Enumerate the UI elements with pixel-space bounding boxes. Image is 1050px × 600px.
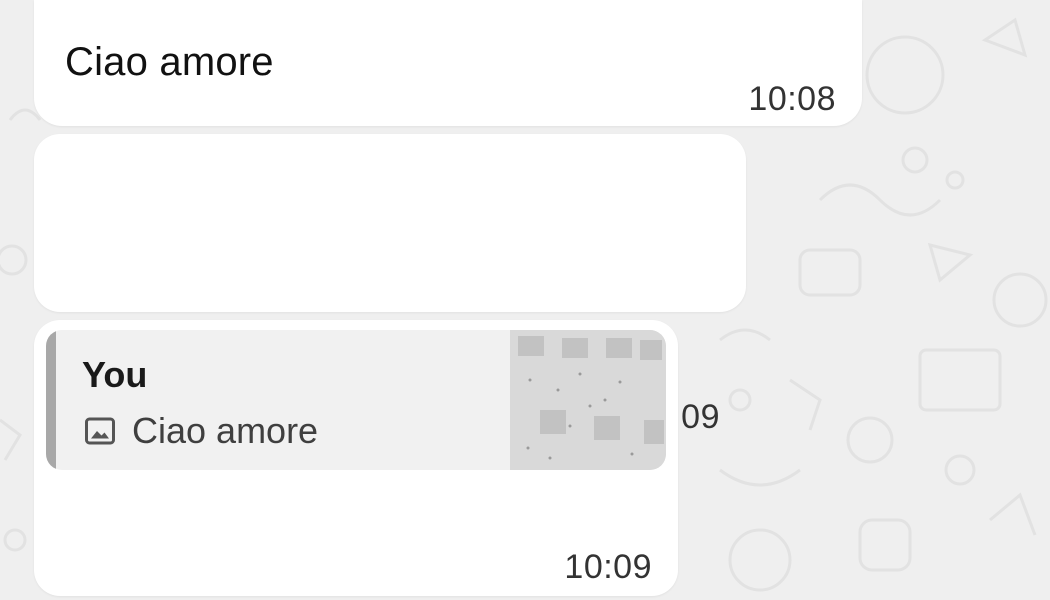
message-time: 10:09 [564, 548, 652, 586]
quote-text: Ciao amore [132, 410, 319, 451]
quote-author: You [82, 354, 148, 395]
message-text: Ciao amore [65, 40, 274, 84]
quote-thumbnail [510, 330, 666, 470]
message-bubble[interactable]: 10:09 [34, 134, 746, 436]
reply-message-bubble[interactable]: You Ciao amore 10:09 [34, 320, 678, 596]
quote-preview: Ciao amore [82, 410, 318, 452]
message-time: 10:08 [748, 80, 836, 118]
quoted-message[interactable]: You Ciao amore [46, 330, 666, 470]
image-icon [85, 417, 115, 445]
message-bubble[interactable]: Ciao amore 10:08 [34, 0, 862, 126]
quote-accent-bar [46, 330, 56, 470]
